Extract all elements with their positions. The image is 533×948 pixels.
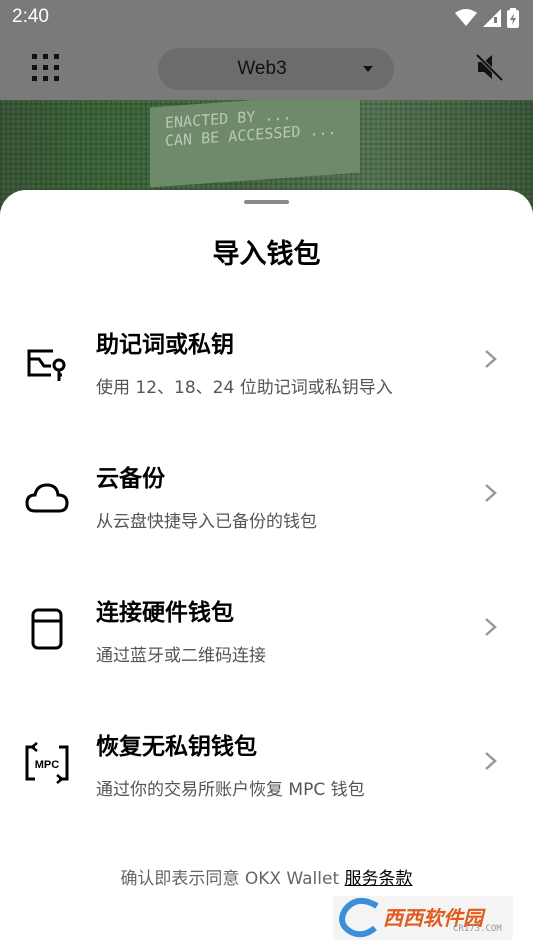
chevron-right-icon	[485, 350, 497, 368]
network-label: Web3	[237, 58, 287, 79]
option-title: 助记词或私钥	[96, 332, 234, 358]
chevron-right-icon	[485, 484, 497, 502]
watermark-sub: CR173.COM	[453, 924, 502, 934]
battery-icon	[507, 8, 519, 28]
seed-phrase-key-icon	[27, 349, 66, 381]
status-time: 2:40	[12, 6, 49, 27]
hardware-wallet-icon	[31, 608, 63, 650]
chevron-right-icon	[485, 618, 497, 636]
option-mpc-wallet[interactable]: MPC 恢复无私钥钱包 通过你的交易所账户恢复 MPC 钱包	[0, 693, 533, 827]
option-subtitle: 通过蓝牙或二维码连接	[96, 646, 266, 666]
option-subtitle: 从云盘快捷导入已备份的钱包	[96, 512, 317, 532]
sheet-title: 导入钱包	[212, 239, 321, 270]
svg-text:MPC: MPC	[35, 759, 60, 771]
option-seed-phrase[interactable]: 助记词或私钥 使用 12、18、24 位助记词或私钥导入	[0, 291, 533, 425]
chevron-right-icon	[485, 752, 497, 770]
option-subtitle: 使用 12、18、24 位助记词或私钥导入	[96, 378, 393, 398]
mpc-icon: MPC	[25, 742, 69, 784]
option-hardware-wallet[interactable]: 连接硬件钱包 通过蓝牙或二维码连接	[0, 559, 533, 693]
option-subtitle: 通过你的交易所账户恢复 MPC 钱包	[96, 780, 365, 800]
cloud-icon	[25, 483, 69, 513]
terms-of-service-link[interactable]: 服务条款	[345, 869, 413, 889]
option-title: 恢复无私钥钱包	[96, 734, 257, 760]
option-cloud-backup[interactable]: 云备份 从云盘快捷导入已备份的钱包	[0, 425, 533, 559]
signal-icon	[483, 9, 501, 27]
status-bar: 2:40	[0, 0, 533, 36]
caret-down-icon	[363, 66, 373, 72]
network-selector[interactable]: Web3	[158, 48, 394, 90]
option-title: 云备份	[96, 466, 165, 492]
grid-icon	[32, 54, 59, 81]
top-bar: Web3	[0, 36, 533, 100]
mute-button[interactable]	[475, 52, 505, 82]
status-icons	[455, 8, 519, 28]
wifi-icon	[455, 9, 477, 26]
speaker-muted-icon	[475, 53, 504, 82]
terms-notice: 确认即表示同意 OKX Wallet 服务条款	[0, 864, 533, 889]
terms-prefix: 确认即表示同意 OKX Wallet	[120, 869, 345, 889]
drag-handle[interactable]	[244, 200, 289, 204]
option-title: 连接硬件钱包	[96, 600, 234, 626]
apps-grid-button[interactable]	[30, 52, 62, 84]
import-wallet-sheet: 导入钱包 助记词或私钥 使用 12、18、24 位助记词或私钥导入 云备份 从云…	[0, 190, 533, 948]
watermark-logo: 西西软件园 CR173.COM	[333, 896, 513, 940]
watermark-swoosh-icon	[339, 898, 379, 938]
